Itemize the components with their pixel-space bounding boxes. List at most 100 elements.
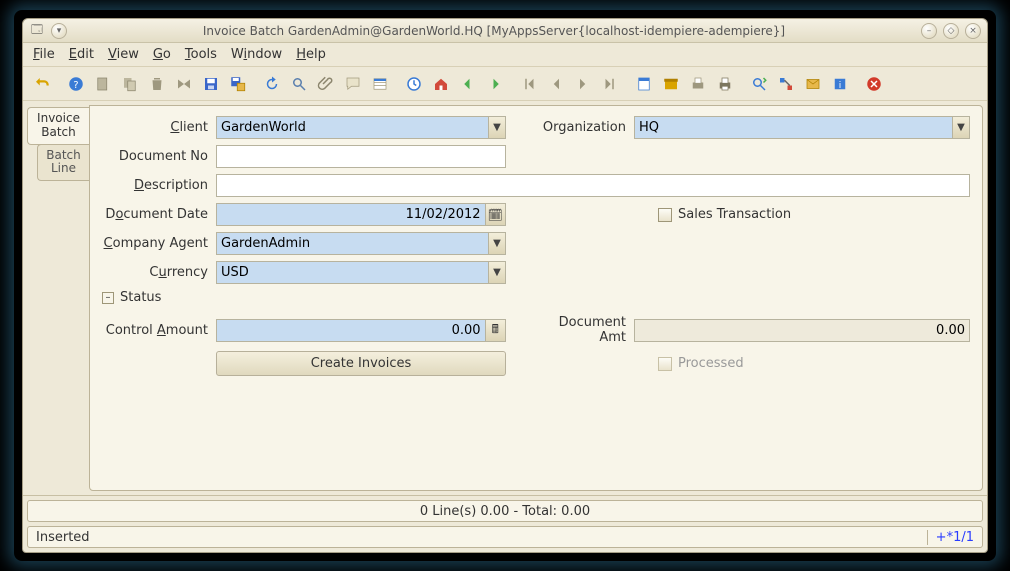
request-icon[interactable] (800, 71, 826, 97)
description-input[interactable] (217, 175, 969, 196)
companyagent-label: Company Agent (102, 236, 212, 251)
client-field[interactable]: ▼ (216, 116, 506, 139)
controlamount-field[interactable]: 🖩 (216, 319, 506, 342)
create-invoices-button[interactable]: Create Invoices (216, 351, 506, 376)
processed-label: Processed (678, 356, 744, 371)
status-message: Inserted (28, 530, 927, 545)
history-icon[interactable] (401, 71, 427, 97)
organization-input[interactable] (635, 117, 952, 138)
archive-icon[interactable] (658, 71, 684, 97)
processed-checkbox: Processed (658, 356, 744, 371)
help-icon[interactable]: ? (63, 71, 89, 97)
dropdown-icon[interactable]: ▼ (488, 262, 505, 283)
menu-tools[interactable]: Tools (185, 47, 217, 62)
svg-text:?: ? (73, 79, 78, 90)
side-tabs: Invoice Batch Batch Line (27, 105, 89, 491)
home-icon[interactable] (428, 71, 454, 97)
calendar-icon[interactable]: 🗓 (485, 204, 505, 225)
delete-selection-icon[interactable] (171, 71, 197, 97)
attachment-icon[interactable] (313, 71, 339, 97)
organization-field[interactable]: ▼ (634, 116, 970, 139)
controlamount-label: Control Amount (102, 323, 212, 338)
dropdown-icon[interactable]: ▼ (488, 233, 505, 254)
checkbox-icon (658, 208, 672, 222)
refresh-icon[interactable] (259, 71, 285, 97)
forward-icon[interactable] (482, 71, 508, 97)
grid-toggle-icon[interactable] (367, 71, 393, 97)
app-window: 🗔 ▾ Invoice Batch GardenAdmin@GardenWorl… (22, 18, 988, 553)
currency-field[interactable]: ▼ (216, 261, 506, 284)
companyagent-field[interactable]: ▼ (216, 232, 506, 255)
client-input[interactable] (217, 117, 488, 138)
record-indicator[interactable]: +*1/1 (927, 530, 982, 545)
first-icon[interactable] (516, 71, 542, 97)
status-group[interactable]: – Status (102, 290, 970, 305)
maximize-button[interactable]: ◇ (943, 23, 959, 39)
collapse-icon[interactable]: – (102, 292, 114, 304)
report-icon[interactable] (631, 71, 657, 97)
organization-label: Organization (530, 120, 630, 135)
back-icon[interactable] (455, 71, 481, 97)
summary-bar: 0 Line(s) 0.00 - Total: 0.00 (27, 500, 983, 522)
zoom-across-icon[interactable] (746, 71, 772, 97)
dropdown-icon[interactable]: ▼ (488, 117, 505, 138)
documentdate-field[interactable]: 🗓 (216, 203, 506, 226)
minimize-button[interactable]: – (921, 23, 937, 39)
save-icon[interactable] (198, 71, 224, 97)
last-icon[interactable] (597, 71, 623, 97)
print-preview-icon[interactable] (685, 71, 711, 97)
content-area: Invoice Batch Batch Line Client ▼ Organi… (23, 101, 987, 495)
copy-icon[interactable] (117, 71, 143, 97)
tab-label: Batch (46, 148, 81, 162)
app-icon: 🗔 (29, 23, 45, 39)
menu-edit[interactable]: Edit (69, 47, 94, 62)
documentno-input[interactable] (217, 146, 505, 167)
menu-file[interactable]: File (33, 47, 55, 62)
currency-label: Currency (102, 265, 212, 280)
tab-batch-line[interactable]: Batch Line (37, 144, 89, 182)
checkbox-icon (658, 357, 672, 371)
tab-label: Batch (41, 125, 76, 139)
salestransaction-label: Sales Transaction (678, 207, 791, 222)
menu-view[interactable]: View (108, 47, 139, 62)
prev-icon[interactable] (543, 71, 569, 97)
documentdate-label: Document Date (102, 207, 212, 222)
close-icon[interactable] (861, 71, 887, 97)
salestransaction-checkbox[interactable]: Sales Transaction (658, 207, 791, 222)
footer: 0 Line(s) 0.00 - Total: 0.00 Inserted +*… (23, 495, 987, 552)
tab-label: Line (51, 161, 76, 175)
documentamt-label: Document Amt (530, 315, 630, 345)
tab-invoice-batch[interactable]: Invoice Batch (27, 107, 89, 145)
chat-icon[interactable] (340, 71, 366, 97)
client-label: Client (102, 120, 212, 135)
next-icon[interactable] (570, 71, 596, 97)
calculator-icon[interactable]: 🖩 (485, 320, 505, 341)
close-button[interactable]: × (965, 23, 981, 39)
titlebar: 🗔 ▾ Invoice Batch GardenAdmin@GardenWorl… (23, 19, 987, 43)
menu-window[interactable]: Window (231, 47, 282, 62)
tab-label: Invoice (37, 111, 80, 125)
form-panel: Client ▼ Organization ▼ Document No Des (89, 105, 983, 491)
find-icon[interactable] (286, 71, 312, 97)
description-field[interactable] (216, 174, 970, 197)
new-icon[interactable] (90, 71, 116, 97)
workflow-icon[interactable] (773, 71, 799, 97)
description-label: Description (102, 178, 212, 193)
window-menu-button[interactable]: ▾ (51, 23, 67, 39)
documentdate-input[interactable] (217, 204, 485, 225)
documentno-field[interactable] (216, 145, 506, 168)
documentamt-field (634, 319, 970, 342)
menu-go[interactable]: Go (153, 47, 171, 62)
save-create-icon[interactable] (225, 71, 251, 97)
status-group-label: Status (120, 290, 161, 305)
companyagent-input[interactable] (217, 233, 488, 254)
undo-icon[interactable] (29, 71, 55, 97)
delete-icon[interactable] (144, 71, 170, 97)
controlamount-input[interactable] (217, 320, 485, 341)
documentno-label: Document No (102, 149, 212, 164)
print-icon[interactable] (712, 71, 738, 97)
dropdown-icon[interactable]: ▼ (952, 117, 969, 138)
product-info-icon[interactable]: i (827, 71, 853, 97)
menu-help[interactable]: Help (296, 47, 326, 62)
currency-input[interactable] (217, 262, 488, 283)
